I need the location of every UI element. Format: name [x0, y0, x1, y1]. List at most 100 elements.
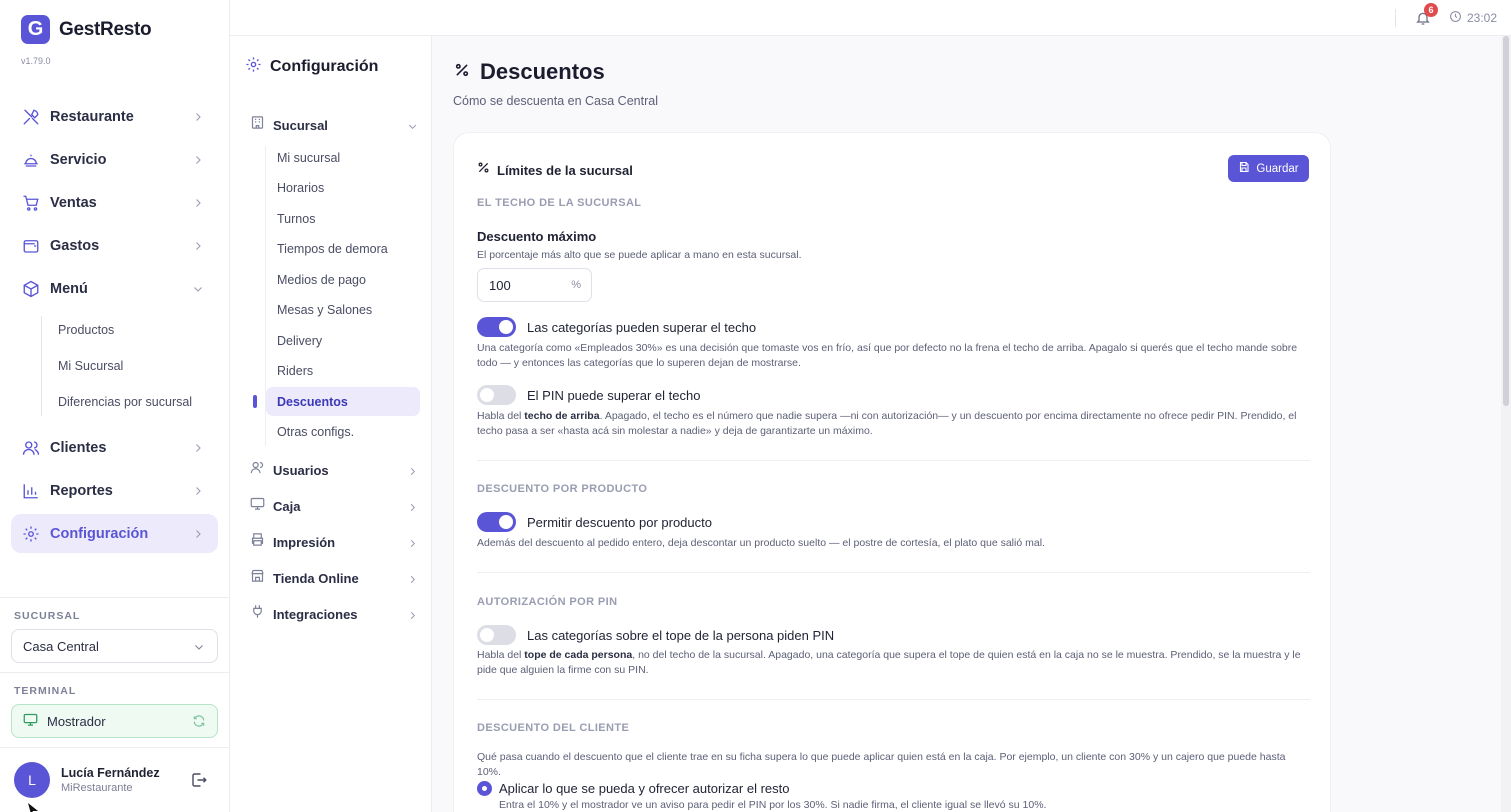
main-sidebar: G GestResto v1.79.0 Restaurante Servicio…: [0, 0, 230, 812]
menu-subnav: Productos Mi Sucursal Diferencias por su…: [11, 312, 218, 420]
subnav-item-mi-sucursal[interactable]: Mi Sucursal: [58, 348, 218, 384]
scrollbar-thumb[interactable]: [1503, 36, 1509, 406]
radio-option-aplicar[interactable]: Aplicar lo que se pueda y ofrecer autori…: [477, 781, 790, 796]
branch-select[interactable]: Casa Central: [11, 629, 218, 663]
save-button[interactable]: Guardar: [1228, 155, 1309, 182]
config-item-horarios[interactable]: Horarios: [266, 173, 420, 202]
divider: [477, 572, 1310, 573]
logo-mark: G: [21, 15, 50, 44]
logout-icon[interactable]: [190, 771, 208, 794]
config-group-sucursal[interactable]: Sucursal: [250, 113, 420, 137]
branch-caption: SUCURSAL: [14, 610, 81, 622]
page-subtitle: Cómo se descuenta en Casa Central: [453, 94, 658, 108]
divider: [477, 460, 1310, 461]
percent-unit: %: [571, 279, 581, 291]
chevron-down-icon: [407, 119, 418, 137]
app-logo[interactable]: G GestResto: [21, 15, 152, 44]
monitor-icon: [23, 712, 38, 730]
users-icon: [21, 438, 40, 457]
branch-section: [0, 597, 229, 598]
nav-item-servicio[interactable]: Servicio: [11, 140, 218, 179]
building-icon: [250, 115, 265, 135]
limits-card: Límites de la sucursal Guardar EL TECHO …: [453, 132, 1331, 812]
chevron-right-icon: [407, 464, 418, 482]
config-item-descuentos[interactable]: Descuentos: [266, 387, 420, 416]
config-group-usuarios[interactable]: Usuarios: [250, 458, 420, 482]
percent-icon: [454, 62, 470, 83]
nav-item-restaurante[interactable]: Restaurante: [11, 97, 218, 136]
nav-item-configuracion[interactable]: Configuración: [11, 514, 218, 553]
nav-label: Configuración: [50, 525, 149, 542]
avatar: L: [14, 762, 50, 798]
terminal-section: [0, 672, 229, 673]
config-item-mesas-salones[interactable]: Mesas y Salones: [266, 295, 420, 324]
categories-pin-help: Habla del tope de cada persona, no del t…: [477, 649, 1301, 676]
terminal-select[interactable]: Mostrador: [11, 704, 218, 738]
users-icon: [250, 460, 265, 480]
subnav-item-diferencias[interactable]: Diferencias por sucursal: [58, 384, 218, 420]
max-discount-help: El porcentaje más alto que se puede apli…: [477, 249, 802, 261]
config-item-riders[interactable]: Riders: [266, 356, 420, 385]
chevron-right-icon: [407, 536, 418, 554]
config-group-integraciones[interactable]: Integraciones: [250, 602, 420, 626]
nav-label: Ventas: [50, 194, 97, 211]
store-icon: [250, 568, 265, 588]
divider: [477, 699, 1310, 700]
toggle-row-pin-techo: El PIN puede superar el techo: [477, 385, 700, 405]
pin-exceed-help: Habla del techo de arriba. Apagado, el t…: [477, 410, 1297, 437]
nav-label: Restaurante: [50, 108, 134, 125]
clock-icon: [1449, 10, 1462, 26]
radio-help: Entra el 10% y el mostrador ve un aviso …: [499, 799, 1047, 811]
user-profile[interactable]: L Lucía Fernández MiRestaurante: [14, 762, 219, 798]
categories-exceed-help: Una categoría como «Empleados 30%» es un…: [477, 342, 1298, 369]
user-org: MiRestaurante: [61, 782, 133, 794]
config-group-tienda-online[interactable]: Tienda Online: [250, 566, 420, 590]
gear-icon: [245, 56, 262, 78]
config-group-caja[interactable]: Caja: [250, 494, 420, 518]
chevron-right-icon: [407, 572, 418, 590]
categories-pin-toggle[interactable]: [477, 625, 516, 645]
top-bar: 6 23:02: [230, 0, 1511, 36]
app-version: v1.79.0: [21, 56, 51, 66]
config-group-impresion[interactable]: Impresión: [250, 530, 420, 554]
subnav-item-productos[interactable]: Productos: [58, 312, 218, 348]
section-caption-producto: DESCUENTO POR PRODUCTO: [477, 483, 648, 495]
product-discount-toggle[interactable]: [477, 512, 516, 532]
toggle-label: El PIN puede superar el techo: [527, 387, 701, 403]
radio-selected[interactable]: [477, 781, 492, 796]
config-item-mi-sucursal[interactable]: Mi sucursal: [266, 143, 420, 172]
categories-exceed-toggle[interactable]: [477, 317, 516, 337]
nav-label: Gastos: [50, 237, 100, 254]
branch-value: Casa Central: [23, 638, 99, 654]
config-title: Configuración: [245, 56, 378, 78]
product-discount-help: Además del descuento al pedido entero, d…: [477, 537, 1045, 549]
nav-item-ventas[interactable]: Ventas: [11, 183, 218, 222]
cart-icon: [21, 193, 40, 212]
refresh-icon[interactable]: [192, 714, 206, 731]
utensils-icon: [21, 107, 40, 126]
nav-item-clientes[interactable]: Clientes: [11, 428, 218, 467]
max-discount-input[interactable]: 100 %: [477, 268, 592, 302]
toggle-label: Las categorías sobre el tope de la perso…: [527, 627, 835, 643]
nav-label: Servicio: [50, 151, 107, 168]
box-icon: [21, 279, 40, 298]
nav-item-reportes[interactable]: Reportes: [11, 471, 218, 510]
nav-label: Menú: [50, 280, 88, 297]
bar-chart-icon: [21, 481, 40, 500]
scrollbar[interactable]: [1501, 36, 1511, 812]
config-item-turnos[interactable]: Turnos: [266, 204, 420, 233]
section-caption-pin: AUTORIZACIÓN POR PIN: [477, 596, 618, 608]
config-item-otras-configs[interactable]: Otras configs.: [266, 417, 420, 446]
nav-item-menu[interactable]: Menú: [11, 269, 218, 308]
chevron-right-icon: [192, 153, 204, 171]
save-icon: [1238, 161, 1250, 176]
toggle-label: Las categorías pueden superar el techo: [527, 319, 757, 335]
chevron-down-icon: [193, 641, 205, 656]
config-item-delivery[interactable]: Delivery: [266, 326, 420, 355]
config-item-medios-pago[interactable]: Medios de pago: [266, 265, 420, 294]
nav-item-gastos[interactable]: Gastos: [11, 226, 218, 265]
max-discount-value: 100: [489, 277, 511, 293]
pin-exceed-toggle[interactable]: [477, 385, 516, 405]
config-item-tiempos-demora[interactable]: Tiempos de demora: [266, 234, 420, 263]
percent-icon: [477, 161, 490, 179]
